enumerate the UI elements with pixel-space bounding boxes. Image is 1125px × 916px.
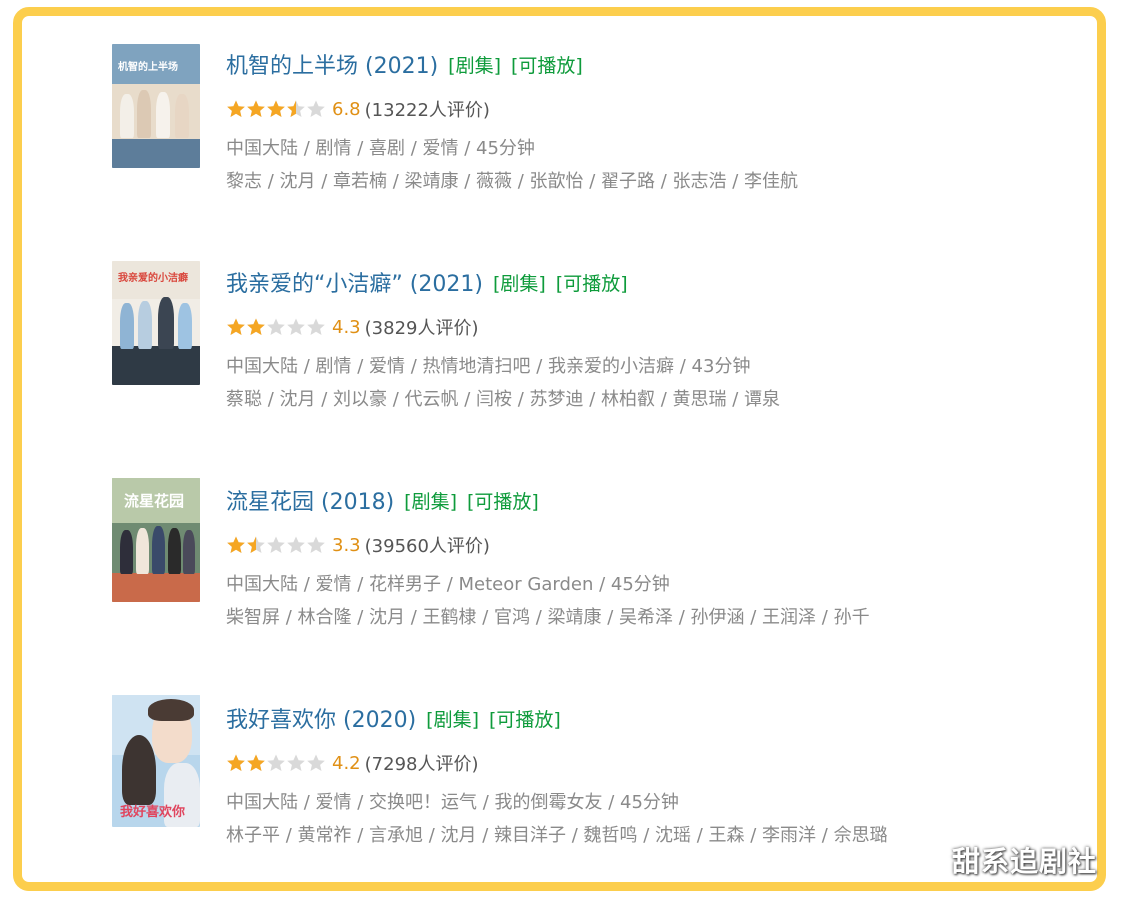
poster-image[interactable]: 我好喜欢你 xyxy=(112,695,200,827)
star-icon xyxy=(227,536,245,553)
watermark: 甜系追剧社 xyxy=(951,845,1097,878)
item-meta: 中国大陆 / 剧情 / 爱情 / 热情地清扫吧 / 我亲爱的小洁癖 / 43分钟 xyxy=(226,356,751,377)
rating-stars xyxy=(226,99,326,119)
list-item: 机智的上半场 机智的上半场 (2021) [剧集] [可播放] 6.8 (132… xyxy=(112,44,1072,262)
rating-score: 4.3 xyxy=(332,316,361,338)
rating-votes[interactable]: (39560人评价) xyxy=(365,532,490,558)
item-meta: 中国大陆 / 剧情 / 喜剧 / 爱情 / 45分钟 xyxy=(226,138,535,159)
poster-image[interactable]: 我亲爱的小洁癖 xyxy=(112,261,200,385)
rating-votes[interactable]: (3829人评价) xyxy=(365,314,479,340)
star-icon xyxy=(267,318,285,335)
poster-caption: 我好喜欢你 xyxy=(120,805,186,820)
item-meta: 中国大陆 / 爱情 / 交换吧！运气 / 我的倒霉女友 / 45分钟 xyxy=(226,792,679,813)
item-title[interactable]: 机智的上半场 (2021) xyxy=(226,48,438,80)
poster-image[interactable]: 机智的上半场 xyxy=(112,44,200,168)
item-cast: 柴智屏 / 林合隆 / 沈月 / 王鹤棣 / 官鸿 / 梁靖康 / 吴希泽 / … xyxy=(226,607,870,628)
tag-playable[interactable]: [可播放] xyxy=(511,51,583,78)
poster-image[interactable]: 流星花园 xyxy=(112,478,200,602)
star-icon xyxy=(307,536,325,553)
rating-votes[interactable]: (13222人评价) xyxy=(365,96,490,122)
star-icon xyxy=(267,754,285,771)
star-icon xyxy=(267,100,285,117)
star-icon xyxy=(267,536,285,553)
star-icon xyxy=(247,100,265,117)
item-title[interactable]: 流星花园 (2018) xyxy=(226,484,394,516)
list-item: 我好喜欢你 我好喜欢你 (2020) [剧集] [可播放] 4.2 (7298人… xyxy=(112,695,1072,916)
star-icon xyxy=(287,754,305,771)
item-title[interactable]: 我好喜欢你 (2020) xyxy=(226,702,416,734)
rating-score: 4.2 xyxy=(332,752,361,774)
rating-score: 3.3 xyxy=(332,534,361,556)
star-icon xyxy=(287,100,305,117)
star-icon xyxy=(307,100,325,117)
star-icon xyxy=(287,536,305,553)
tag-series[interactable]: [剧集] xyxy=(493,269,546,296)
poster-caption: 机智的上半场 xyxy=(118,62,178,73)
tag-playable[interactable]: [可播放] xyxy=(467,487,539,514)
rating-score: 6.8 xyxy=(332,98,361,120)
tag-series[interactable]: [剧集] xyxy=(404,487,457,514)
list-item: 我亲爱的小洁癖 我亲爱的“小洁癖” (2021) [剧集] [可播放] 4.3 … xyxy=(112,261,1072,480)
tag-series[interactable]: [剧集] xyxy=(426,705,479,732)
star-icon xyxy=(227,100,245,117)
rating-stars xyxy=(226,753,326,773)
star-icon xyxy=(247,754,265,771)
star-icon xyxy=(227,318,245,335)
star-icon xyxy=(307,318,325,335)
rating-stars xyxy=(226,535,326,555)
star-icon xyxy=(247,318,265,335)
poster-caption: 我亲爱的小洁癖 xyxy=(118,273,188,284)
list-item: 流星花园 流星花园 (2018) [剧集] [可播放] 3.3 (39560人评… xyxy=(112,478,1072,698)
item-cast: 林子平 / 黄常祚 / 言承旭 / 沈月 / 辣目洋子 / 魏哲鸣 / 沈瑶 /… xyxy=(226,825,888,846)
poster-caption: 流星花园 xyxy=(124,492,185,510)
item-title[interactable]: 我亲爱的“小洁癖” (2021) xyxy=(226,266,483,298)
tag-series[interactable]: [剧集] xyxy=(448,51,501,78)
rating-stars xyxy=(226,317,326,337)
star-icon xyxy=(307,754,325,771)
item-cast: 蔡聪 / 沈月 / 刘以豪 / 代云帆 / 闫桉 / 苏梦迪 / 林柏叡 / 黄… xyxy=(226,389,781,410)
search-result-list: 机智的上半场 机智的上半场 (2021) [剧集] [可播放] 6.8 (132… xyxy=(112,44,1072,916)
star-icon xyxy=(227,754,245,771)
tag-playable[interactable]: [可播放] xyxy=(489,705,561,732)
item-meta: 中国大陆 / 爱情 / 花样男子 / Meteor Garden / 45分钟 xyxy=(226,574,670,595)
rating-votes[interactable]: (7298人评价) xyxy=(365,750,479,776)
item-cast: 黎志 / 沈月 / 章若楠 / 梁靖康 / 薇薇 / 张歆怡 / 翟子路 / 张… xyxy=(226,171,799,192)
tag-playable[interactable]: [可播放] xyxy=(556,269,628,296)
star-icon xyxy=(247,536,265,553)
star-icon xyxy=(287,318,305,335)
